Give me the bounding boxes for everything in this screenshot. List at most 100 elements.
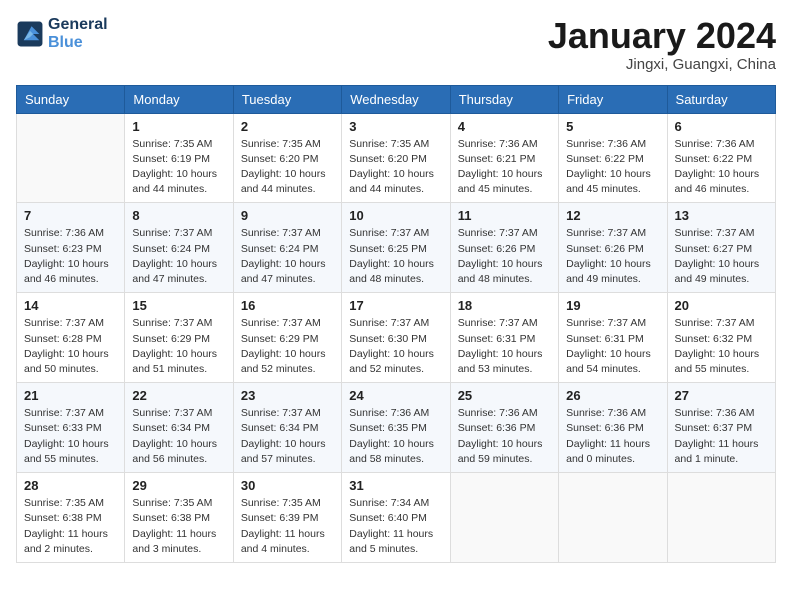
calendar-cell: 13 Sunrise: 7:37 AM Sunset: 6:27 PM Dayli…	[667, 203, 775, 293]
day-number: 11	[458, 208, 551, 223]
day-number: 25	[458, 388, 551, 403]
day-info: Sunrise: 7:37 AM Sunset: 6:25 PM Dayligh…	[349, 226, 442, 287]
day-number: 14	[24, 298, 117, 313]
title-block: January 2024 Jingxi, Guangxi, China	[548, 16, 776, 73]
calendar-cell	[667, 473, 775, 563]
day-info: Sunrise: 7:35 AM Sunset: 6:20 PM Dayligh…	[349, 137, 442, 198]
calendar-week-row: 7 Sunrise: 7:36 AM Sunset: 6:23 PM Daylig…	[17, 203, 776, 293]
calendar-week-row: 1 Sunrise: 7:35 AM Sunset: 6:19 PM Daylig…	[17, 113, 776, 203]
calendar-cell: 16 Sunrise: 7:37 AM Sunset: 6:29 PM Dayli…	[233, 293, 341, 383]
day-number: 13	[675, 208, 768, 223]
day-number: 5	[566, 119, 659, 134]
calendar-cell: 28 Sunrise: 7:35 AM Sunset: 6:38 PM Dayli…	[17, 473, 125, 563]
day-info: Sunrise: 7:37 AM Sunset: 6:32 PM Dayligh…	[675, 316, 768, 377]
day-info: Sunrise: 7:36 AM Sunset: 6:37 PM Dayligh…	[675, 406, 768, 467]
day-info: Sunrise: 7:34 AM Sunset: 6:40 PM Dayligh…	[349, 496, 442, 557]
calendar-cell	[559, 473, 667, 563]
calendar-week-row: 28 Sunrise: 7:35 AM Sunset: 6:38 PM Dayli…	[17, 473, 776, 563]
calendar-cell: 2 Sunrise: 7:35 AM Sunset: 6:20 PM Daylig…	[233, 113, 341, 203]
weekday-header-friday: Friday	[559, 85, 667, 113]
calendar-cell: 6Sunrise: 7:36 AM Sunset: 6:22 PM Daylig…	[667, 113, 775, 203]
calendar-cell: 30Sunrise: 7:35 AM Sunset: 6:39 PM Dayli…	[233, 473, 341, 563]
day-number: 9	[241, 208, 334, 223]
calendar-cell: 19Sunrise: 7:37 AM Sunset: 6:31 PM Dayli…	[559, 293, 667, 383]
day-number: 6	[675, 119, 768, 134]
weekday-header-wednesday: Wednesday	[342, 85, 450, 113]
calendar-table: SundayMondayTuesdayWednesdayThursdayFrid…	[16, 85, 776, 563]
calendar-cell: 9 Sunrise: 7:37 AM Sunset: 6:24 PM Daylig…	[233, 203, 341, 293]
calendar-cell: 7 Sunrise: 7:36 AM Sunset: 6:23 PM Daylig…	[17, 203, 125, 293]
day-number: 29	[132, 478, 225, 493]
day-number: 26	[566, 388, 659, 403]
day-number: 8	[132, 208, 225, 223]
logo-text: General Blue	[48, 16, 108, 51]
calendar-cell: 18Sunrise: 7:37 AM Sunset: 6:31 PM Dayli…	[450, 293, 558, 383]
calendar-cell: 8 Sunrise: 7:37 AM Sunset: 6:24 PM Daylig…	[125, 203, 233, 293]
day-number: 21	[24, 388, 117, 403]
day-info: Sunrise: 7:37 AM Sunset: 6:34 PM Dayligh…	[241, 406, 334, 467]
day-info: Sunrise: 7:37 AM Sunset: 6:24 PM Dayligh…	[241, 226, 334, 287]
day-number: 31	[349, 478, 442, 493]
day-number: 2	[241, 119, 334, 134]
calendar-cell: 22Sunrise: 7:37 AM Sunset: 6:34 PM Dayli…	[125, 383, 233, 473]
calendar-cell: 20 Sunrise: 7:37 AM Sunset: 6:32 PM Dayli…	[667, 293, 775, 383]
day-number: 24	[349, 388, 442, 403]
logo-icon	[16, 20, 44, 48]
day-number: 1	[132, 119, 225, 134]
calendar-week-row: 21Sunrise: 7:37 AM Sunset: 6:33 PM Dayli…	[17, 383, 776, 473]
day-info: Sunrise: 7:36 AM Sunset: 6:36 PM Dayligh…	[458, 406, 551, 467]
location: Jingxi, Guangxi, China	[548, 56, 776, 73]
day-number: 28	[24, 478, 117, 493]
day-number: 22	[132, 388, 225, 403]
day-number: 7	[24, 208, 117, 223]
day-number: 16	[241, 298, 334, 313]
calendar-cell: 17 Sunrise: 7:37 AM Sunset: 6:30 PM Dayli…	[342, 293, 450, 383]
calendar-cell: 4Sunrise: 7:36 AM Sunset: 6:21 PM Daylig…	[450, 113, 558, 203]
month-title: January 2024	[548, 16, 776, 56]
day-info: Sunrise: 7:37 AM Sunset: 6:30 PM Dayligh…	[349, 316, 442, 377]
day-info: Sunrise: 7:37 AM Sunset: 6:31 PM Dayligh…	[566, 316, 659, 377]
day-info: Sunrise: 7:35 AM Sunset: 6:38 PM Dayligh…	[24, 496, 117, 557]
calendar-cell: 15 Sunrise: 7:37 AM Sunset: 6:29 PM Dayli…	[125, 293, 233, 383]
weekday-header-row: SundayMondayTuesdayWednesdayThursdayFrid…	[17, 85, 776, 113]
day-number: 15	[132, 298, 225, 313]
day-number: 12	[566, 208, 659, 223]
calendar-cell	[450, 473, 558, 563]
day-info: Sunrise: 7:36 AM Sunset: 6:36 PM Dayligh…	[566, 406, 659, 467]
day-info: Sunrise: 7:37 AM Sunset: 6:26 PM Dayligh…	[458, 226, 551, 287]
calendar-cell: 5Sunrise: 7:36 AM Sunset: 6:22 PM Daylig…	[559, 113, 667, 203]
calendar-cell: 3 Sunrise: 7:35 AM Sunset: 6:20 PM Daylig…	[342, 113, 450, 203]
day-info: Sunrise: 7:35 AM Sunset: 6:20 PM Dayligh…	[241, 137, 334, 198]
calendar-week-row: 14Sunrise: 7:37 AM Sunset: 6:28 PM Dayli…	[17, 293, 776, 383]
day-info: Sunrise: 7:36 AM Sunset: 6:35 PM Dayligh…	[349, 406, 442, 467]
logo: General Blue	[16, 16, 108, 51]
weekday-header-tuesday: Tuesday	[233, 85, 341, 113]
day-number: 27	[675, 388, 768, 403]
day-number: 20	[675, 298, 768, 313]
day-info: Sunrise: 7:35 AM Sunset: 6:19 PM Dayligh…	[132, 137, 225, 198]
day-number: 30	[241, 478, 334, 493]
day-info: Sunrise: 7:35 AM Sunset: 6:38 PM Dayligh…	[132, 496, 225, 557]
calendar-cell: 25 Sunrise: 7:36 AM Sunset: 6:36 PM Dayli…	[450, 383, 558, 473]
day-info: Sunrise: 7:37 AM Sunset: 6:27 PM Dayligh…	[675, 226, 768, 287]
page-header: General Blue January 2024 Jingxi, Guangx…	[16, 16, 776, 73]
day-info: Sunrise: 7:36 AM Sunset: 6:23 PM Dayligh…	[24, 226, 117, 287]
calendar-cell: 1 Sunrise: 7:35 AM Sunset: 6:19 PM Daylig…	[125, 113, 233, 203]
day-number: 18	[458, 298, 551, 313]
day-number: 17	[349, 298, 442, 313]
calendar-cell: 23 Sunrise: 7:37 AM Sunset: 6:34 PM Dayli…	[233, 383, 341, 473]
calendar-cell: 26 Sunrise: 7:36 AM Sunset: 6:36 PM Dayli…	[559, 383, 667, 473]
calendar-cell: 21Sunrise: 7:37 AM Sunset: 6:33 PM Dayli…	[17, 383, 125, 473]
day-info: Sunrise: 7:36 AM Sunset: 6:21 PM Dayligh…	[458, 137, 551, 198]
day-number: 3	[349, 119, 442, 134]
calendar-cell: 11 Sunrise: 7:37 AM Sunset: 6:26 PM Dayli…	[450, 203, 558, 293]
day-number: 10	[349, 208, 442, 223]
day-number: 23	[241, 388, 334, 403]
day-info: Sunrise: 7:37 AM Sunset: 6:29 PM Dayligh…	[132, 316, 225, 377]
calendar-cell: 29 Sunrise: 7:35 AM Sunset: 6:38 PM Dayli…	[125, 473, 233, 563]
calendar-cell: 24 Sunrise: 7:36 AM Sunset: 6:35 PM Dayli…	[342, 383, 450, 473]
weekday-header-thursday: Thursday	[450, 85, 558, 113]
day-info: Sunrise: 7:37 AM Sunset: 6:24 PM Dayligh…	[132, 226, 225, 287]
calendar-cell: 14Sunrise: 7:37 AM Sunset: 6:28 PM Dayli…	[17, 293, 125, 383]
day-info: Sunrise: 7:37 AM Sunset: 6:29 PM Dayligh…	[241, 316, 334, 377]
